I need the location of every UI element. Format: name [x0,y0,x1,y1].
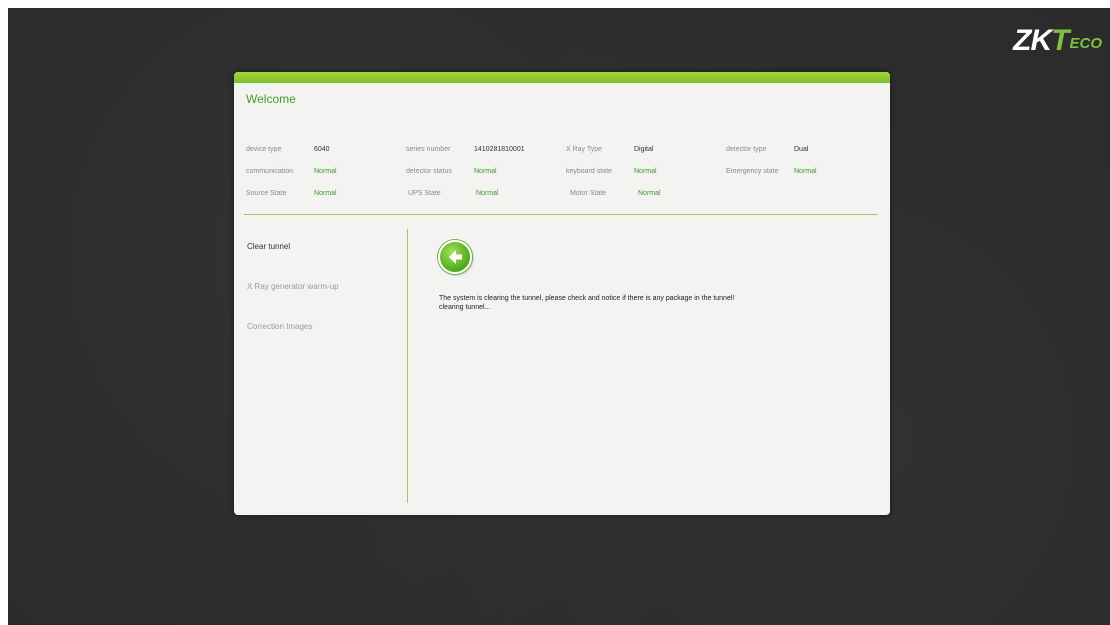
horizontal-divider [244,214,878,215]
status-label: Source State [246,189,287,197]
status-row: communication Normal detector status Normal… [246,160,886,182]
status-value: 6040 [314,145,330,153]
status-cell: Motor State Normal [570,190,732,197]
status-value: Dual [794,145,809,153]
message-line-2: clearing tunnel... [439,304,491,311]
status-value: 1410281810001 [474,145,525,153]
status-cell: UPS State Normal [408,190,570,197]
status-label: Emergency state [726,167,779,175]
arrow-left-icon [449,250,462,264]
status-value: Normal [314,189,337,197]
status-label: Motor State [570,189,607,197]
panel-header-bar [234,72,890,83]
message-line-1: The system is clearing the tunnel, pleas… [439,295,735,302]
status-label: detector status [406,167,452,175]
menu-item-xray-warmup[interactable]: X Ray generator warm-up [247,282,339,322]
status-cell: series number 1410281810001 [406,146,566,153]
status-cell: device type 6040 [246,146,406,153]
status-label: keyboard state [566,167,612,175]
status-label: series number [406,145,451,153]
device-status-grid: device type 6040 series number 141028181000… [246,138,886,204]
status-value: Normal [476,189,499,197]
status-cell: X Ray Type Digital [566,146,726,153]
status-label: device type [246,145,282,153]
welcome-panel: Welcome device type 6040 series number 1410… [234,72,890,515]
status-value: Normal [634,167,657,175]
back-button[interactable] [438,240,472,274]
menu-item-correction-images[interactable]: Correction Images [247,322,339,362]
status-row: device type 6040 series number 141028181000… [246,138,886,160]
status-row: Source State Normal UPS State Normal Motor S… [246,182,886,204]
status-cell: detector status Normal [406,168,566,175]
status-message: The system is clearing the tunnel, pleas… [439,294,734,312]
status-label: detector type [726,145,767,153]
desktop-background: ZK T ECO Welcome device type 6040 series num… [8,8,1110,625]
status-value: Digital [634,145,654,153]
status-cell: keyboard state Normal [566,168,726,175]
menu-item-clear-tunnel[interactable]: Clear tunnel [247,242,339,282]
status-label: UPS State [408,189,441,197]
vertical-divider [407,229,408,503]
status-cell: communication Normal [246,168,406,175]
status-label: communication [246,167,294,175]
operation-menu: Clear tunnel X Ray generator warm-up Cor… [247,242,339,362]
status-cell: detector type Dual [726,146,886,153]
status-value: Normal [794,167,817,175]
status-cell: Emergency state Normal [726,168,886,175]
status-value: Normal [314,167,337,175]
status-cell: Source State Normal [246,190,408,197]
zkteco-logo: ZK T ECO [1013,24,1102,57]
status-value: Normal [474,167,497,175]
status-label: X Ray Type [566,145,603,153]
panel-title: Welcome [246,92,296,106]
status-value: Normal [638,189,661,197]
